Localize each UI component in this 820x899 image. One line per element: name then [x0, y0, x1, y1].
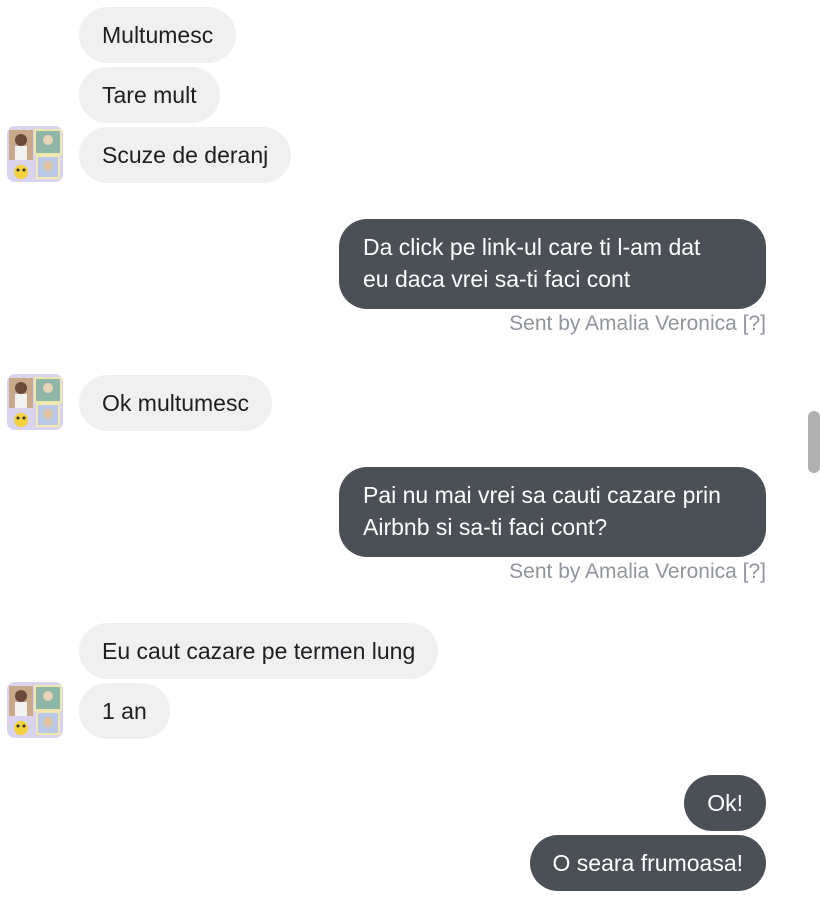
message-line: Airbnb si sa-ti faci cont? — [363, 514, 608, 540]
sent-by-text: Sent by Amalia Veronica — [509, 560, 737, 583]
incoming-message[interactable]: Tare mult — [79, 67, 220, 123]
avatar[interactable] — [7, 374, 63, 430]
outgoing-message[interactable]: Ok! — [684, 775, 766, 831]
sent-by-help-link[interactable]: [?] — [743, 560, 766, 583]
avatar[interactable] — [7, 126, 63, 182]
sent-by-label: Sent by Amalia Veronica [?] — [509, 560, 766, 584]
outgoing-message[interactable]: Da click pe link-ul care ti l-am dat eu … — [339, 219, 766, 309]
profile-photo-collage-icon — [7, 126, 63, 182]
outgoing-message[interactable]: Pai nu mai vrei sa cauti cazare prin Air… — [339, 467, 766, 557]
incoming-message[interactable]: 1 an — [79, 683, 170, 739]
message-line: eu daca vrei sa-ti faci cont — [363, 266, 631, 292]
outgoing-message[interactable]: O seara frumoasa! — [529, 835, 766, 891]
profile-photo-collage-icon — [7, 682, 63, 738]
incoming-message[interactable]: Multumesc — [79, 7, 237, 63]
incoming-message[interactable]: Eu caut cazare pe termen lung — [79, 623, 439, 679]
sent-by-text: Sent by Amalia Veronica — [509, 312, 737, 335]
chat-thread: Multumesc Tare mult Scuze de deranj Da c… — [0, 0, 820, 899]
profile-photo-collage-icon — [7, 374, 63, 430]
sent-by-label: Sent by Amalia Veronica [?] — [509, 312, 766, 336]
avatar[interactable] — [7, 682, 63, 738]
scrollbar-thumb[interactable] — [808, 411, 820, 473]
incoming-message[interactable]: Ok multumesc — [79, 375, 272, 431]
sent-by-help-link[interactable]: [?] — [743, 312, 766, 335]
message-line: Pai nu mai vrei sa cauti cazare prin — [363, 482, 721, 508]
message-line: Da click pe link-ul care ti l-am dat — [363, 234, 701, 260]
incoming-message[interactable]: Scuze de deranj — [79, 127, 292, 183]
